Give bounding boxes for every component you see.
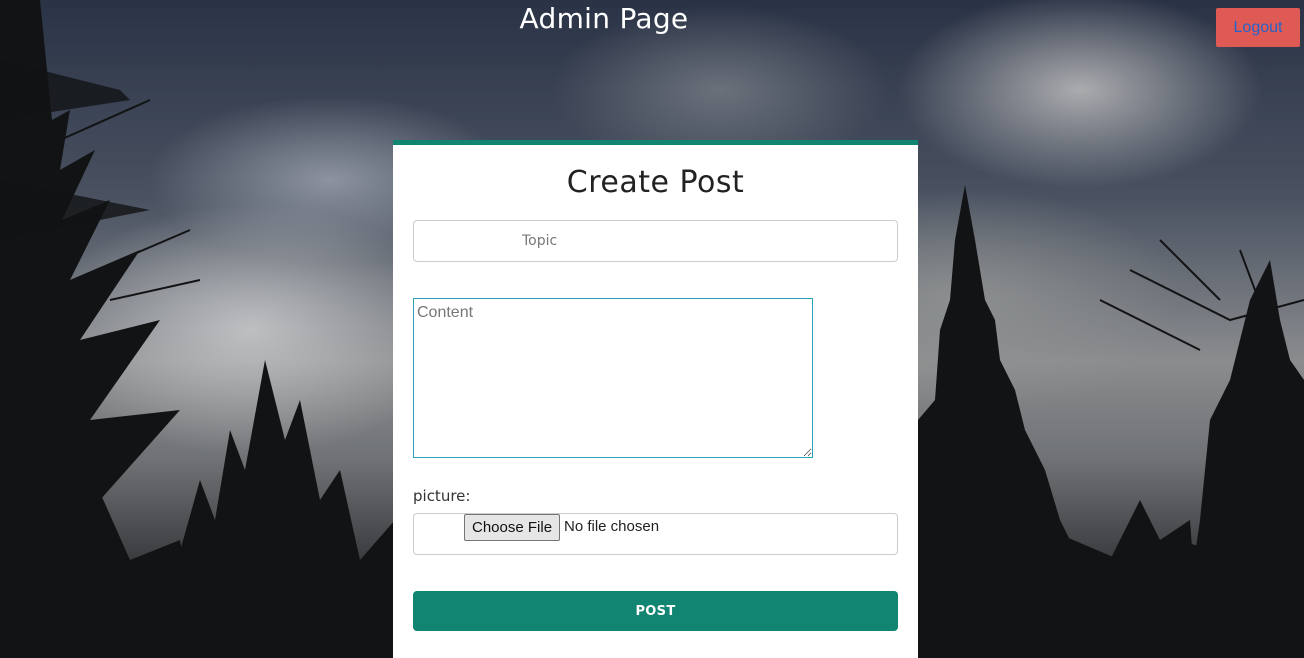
topic-input[interactable] — [413, 220, 898, 262]
post-button[interactable]: POST — [413, 591, 898, 631]
logout-button[interactable]: Logout — [1216, 8, 1300, 47]
form-title: Create Post — [566, 165, 745, 200]
create-post-card: Create Post picture: Choose File No file… — [393, 140, 918, 658]
page-title: Admin Page — [519, 2, 689, 35]
picture-file-input[interactable]: Choose File No file chosen — [413, 513, 898, 555]
content-textarea[interactable] — [413, 298, 813, 458]
file-status-text: No file chosen — [564, 518, 660, 535]
choose-file-button[interactable]: Choose File — [464, 514, 561, 541]
picture-label: picture: — [413, 487, 471, 505]
